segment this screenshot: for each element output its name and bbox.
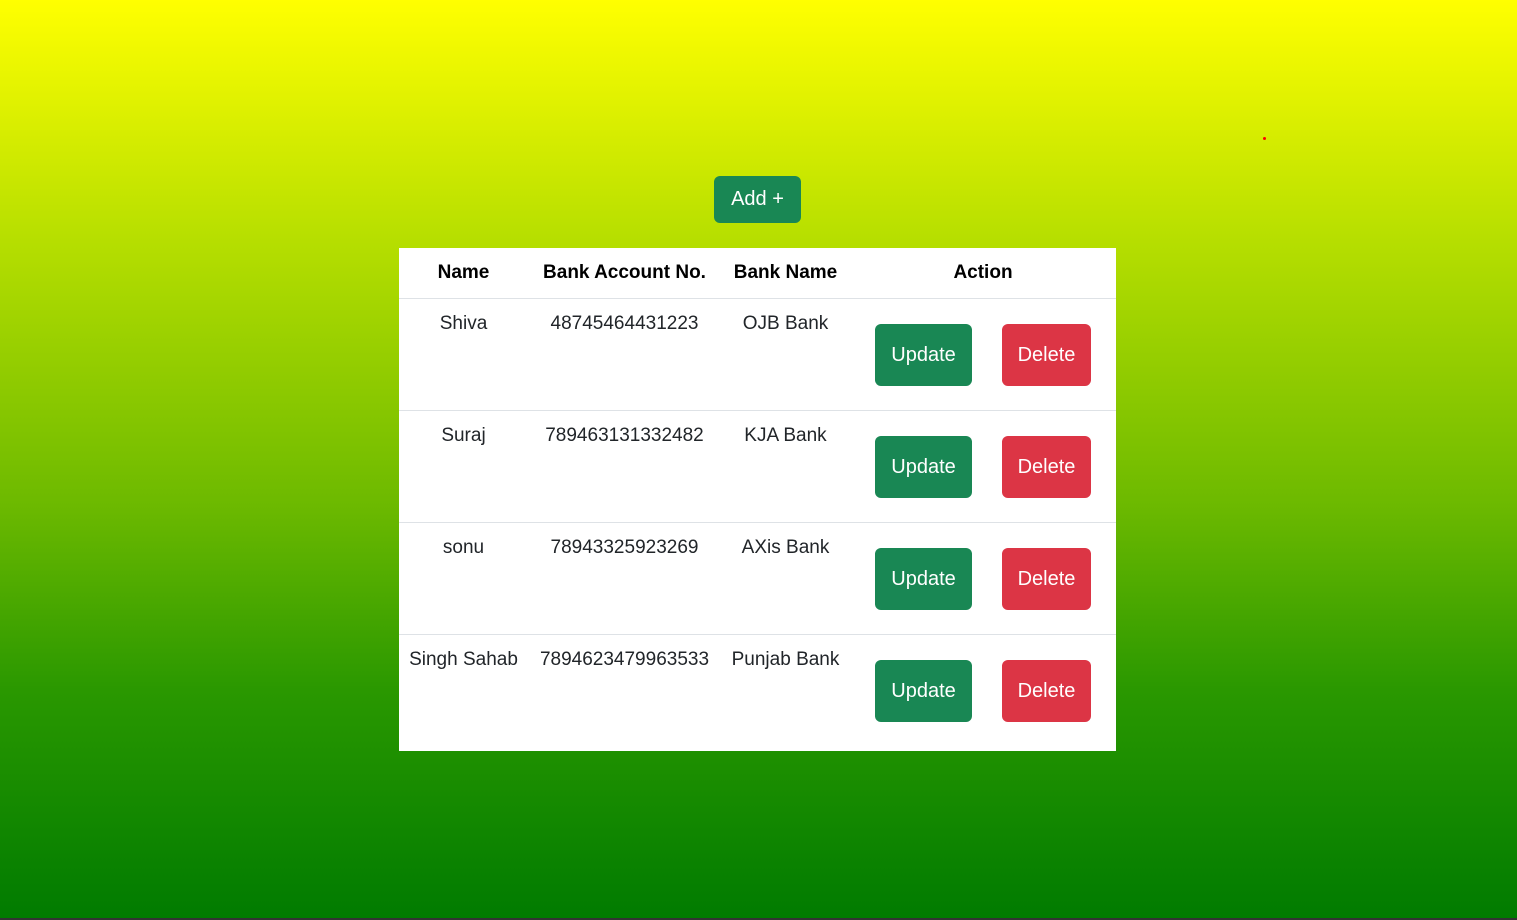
- cell-bank: AXis Bank: [721, 522, 850, 635]
- cell-name: Suraj: [399, 410, 528, 523]
- update-button[interactable]: Update: [875, 436, 972, 498]
- table-row: Singh Sahab 7894623479963533 Punjab Bank…: [399, 635, 1116, 747]
- red-dot-marker: [1263, 137, 1266, 140]
- update-button[interactable]: Update: [875, 660, 972, 722]
- cell-name: sonu: [399, 522, 528, 635]
- cell-account: 78943325923269: [528, 522, 721, 635]
- table-row: Shiva 48745464431223 OJB Bank Update Dele…: [399, 298, 1116, 411]
- column-header-bank: Bank Name: [721, 248, 850, 299]
- table-row: Suraj 789463131332482 KJA Bank Update Del…: [399, 410, 1116, 523]
- cell-actions: Update Delete: [850, 522, 1116, 635]
- add-button[interactable]: Add +: [714, 176, 801, 223]
- column-header-action: Action: [850, 248, 1116, 299]
- cell-account: 7894623479963533: [539, 649, 710, 670]
- accounts-table-container: Name Bank Account No. Bank Name Action S…: [399, 248, 1116, 751]
- cell-actions: Update Delete: [850, 298, 1116, 411]
- update-button[interactable]: Update: [875, 324, 972, 386]
- cell-bank: Punjab Bank: [731, 649, 840, 670]
- table-row: sonu 78943325923269 AXis Bank Update Dele…: [399, 522, 1116, 635]
- column-header-account: Bank Account No.: [528, 248, 721, 299]
- cell-account: 789463131332482: [528, 410, 721, 523]
- delete-button[interactable]: Delete: [1002, 324, 1091, 386]
- accounts-table: Name Bank Account No. Bank Name Action S…: [399, 248, 1116, 747]
- cell-name: Singh Sahab: [409, 649, 518, 670]
- cell-bank: OJB Bank: [721, 298, 850, 411]
- cell-name: Shiva: [399, 298, 528, 411]
- cell-actions: Update Delete: [850, 410, 1116, 523]
- update-button[interactable]: Update: [875, 548, 972, 610]
- cell-account: 48745464431223: [528, 298, 721, 411]
- delete-button[interactable]: Delete: [1002, 548, 1091, 610]
- delete-button[interactable]: Delete: [1002, 660, 1091, 722]
- table-header-row: Name Bank Account No. Bank Name Action: [399, 248, 1116, 299]
- cell-actions: Update Delete: [850, 635, 1116, 747]
- delete-button[interactable]: Delete: [1002, 436, 1091, 498]
- column-header-name: Name: [399, 248, 528, 299]
- cell-bank: KJA Bank: [721, 410, 850, 523]
